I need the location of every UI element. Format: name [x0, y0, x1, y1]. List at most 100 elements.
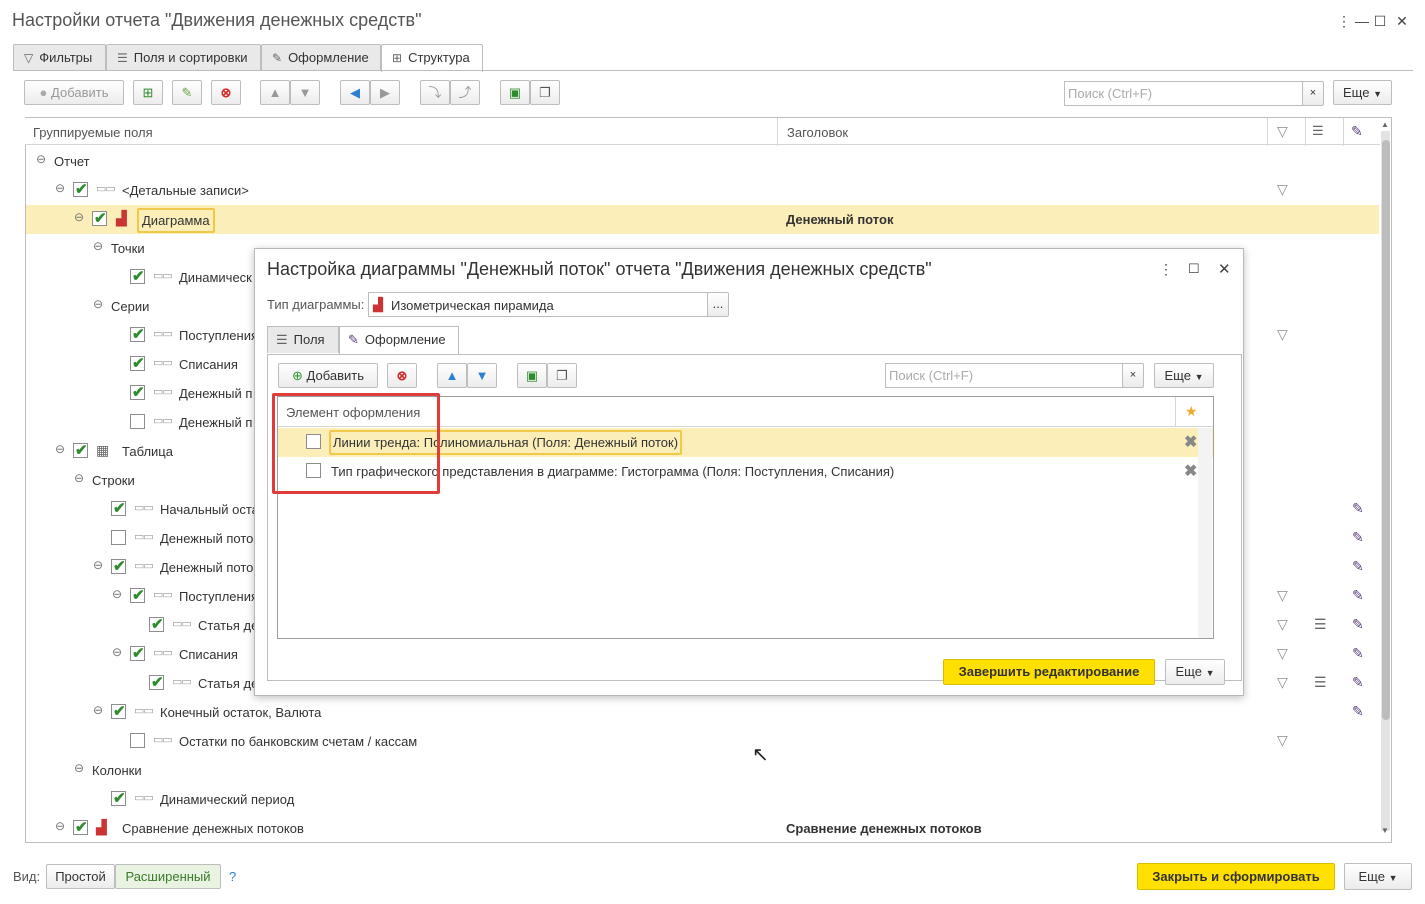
edit-button[interactable]: ✎ — [172, 80, 202, 105]
dialog-tab-appearance[interactable]: ✎ Оформление — [339, 326, 459, 354]
col-grouped-fields[interactable]: Группируемые поля — [33, 125, 153, 140]
appearance-scrollbar[interactable] — [1198, 428, 1212, 638]
add-button[interactable]: ● Добавить — [24, 80, 124, 105]
row-checkbox[interactable] — [130, 325, 145, 343]
collapse-icon[interactable]: ⊖ — [55, 819, 65, 833]
collapse-icon[interactable]: ⊖ — [112, 587, 122, 601]
row-checkbox[interactable] — [130, 733, 145, 748]
table-row[interactable]: ▭▭ Динамический период — [26, 785, 1379, 814]
row-checkbox[interactable] — [130, 267, 145, 285]
table-row[interactable]: ⊖ Отчет — [26, 147, 1379, 176]
row-checkbox[interactable] — [111, 530, 126, 545]
table-row[interactable]: ⊖ ▟ Диаграмма Денежный поток — [26, 205, 1379, 234]
dialog-maximize-icon[interactable]: ☐ — [1188, 261, 1200, 277]
collapse-icon[interactable]: ⊖ — [93, 558, 103, 572]
dialog-uncheck-all-button[interactable]: ❐ — [547, 363, 577, 388]
row-checkbox[interactable] — [149, 615, 164, 633]
move-out-button[interactable]: ⤴ — [450, 80, 480, 105]
collapse-icon[interactable]: ⊖ — [36, 152, 46, 166]
row-checkbox[interactable] — [130, 383, 145, 401]
footer-more-button[interactable]: Еще ▼ — [1344, 863, 1412, 890]
row-checkbox[interactable] — [130, 414, 145, 429]
dialog-check-all-button[interactable]: ▣ — [517, 363, 547, 388]
collapse-icon[interactable]: ⊖ — [93, 297, 103, 311]
row-checkbox[interactable] — [111, 557, 126, 575]
move-into-button[interactable]: ⤵ — [420, 80, 450, 105]
table-row[interactable]: ⊖ ▭▭ Конечный остаток, Валюта ✎ — [26, 698, 1379, 727]
arrow-down-icon: ▼ — [298, 85, 312, 100]
dialog-footer-more-button[interactable]: Еще ▼ — [1165, 659, 1225, 685]
row-checkbox[interactable] — [130, 644, 145, 662]
dialog-add-button[interactable]: ⊕ Добавить — [278, 363, 378, 388]
scroll-up-icon[interactable]: ▲ — [1381, 120, 1389, 129]
dialog-tab-fields[interactable]: ☰ Поля — [267, 326, 339, 353]
row-checkbox[interactable] — [73, 180, 88, 198]
table-row[interactable]: ⊖ ▭▭ <Детальные записи> ▽ — [26, 176, 1379, 205]
close-and-generate-button[interactable]: Закрыть и сформировать — [1137, 863, 1335, 890]
collapse-icon[interactable]: ⊖ — [55, 442, 65, 456]
dialog-more-button[interactable]: Еще ▼ — [1154, 363, 1214, 388]
dialog-search-clear-button[interactable]: × — [1122, 363, 1144, 388]
row-checkbox[interactable] — [92, 209, 107, 227]
row-checkbox[interactable] — [73, 441, 88, 459]
finish-editing-button[interactable]: Завершить редактирование — [943, 659, 1155, 685]
dialog-search-input[interactable]: Поиск (Ctrl+F) — [885, 363, 1123, 388]
remove-icon[interactable]: ✖ — [1184, 432, 1197, 452]
brush-icon: ✎ — [1352, 587, 1364, 603]
move-up-button[interactable]: ▲ — [260, 80, 290, 105]
collapse-icon[interactable]: ⊖ — [74, 471, 84, 485]
view-advanced-button[interactable]: Расширенный — [115, 864, 221, 889]
collapse-icon[interactable]: ⊖ — [112, 645, 122, 659]
row-checkbox[interactable] — [111, 789, 126, 807]
search-clear-button[interactable]: × — [1302, 81, 1324, 106]
move-right-button[interactable]: ▶ — [370, 80, 400, 105]
check-all-button[interactable]: ▣ — [500, 80, 530, 105]
chart-type-icon: ▟ — [373, 297, 383, 312]
dialog-delete-button[interactable]: ⊗ — [387, 363, 417, 388]
tab-appearance[interactable]: ✎ Оформление — [261, 44, 381, 71]
table-row[interactable]: ⊖ Колонки — [26, 756, 1379, 785]
search-input[interactable]: Поиск (Ctrl+F) — [1064, 81, 1303, 106]
field-icon: ▭▭ — [96, 183, 116, 195]
table-row[interactable]: ▭▭ Остатки по банковским счетам / кассам… — [26, 727, 1379, 756]
collapse-icon[interactable]: ⊖ — [55, 181, 65, 195]
view-simple-button[interactable]: Простой — [46, 864, 115, 889]
dialog-move-up-button[interactable]: ▲ — [437, 363, 467, 388]
delete-button[interactable]: ⊗ — [211, 80, 241, 105]
arrow-right-icon: ▶ — [380, 85, 390, 100]
uncheck-all-button[interactable]: ❐ — [530, 80, 560, 105]
more-button[interactable]: Еще ▼ — [1333, 80, 1392, 105]
row-checkbox[interactable] — [73, 818, 88, 836]
row-checkbox[interactable] — [111, 499, 126, 517]
collapse-icon[interactable]: ⊖ — [93, 703, 103, 717]
row-checkbox[interactable] — [149, 673, 164, 691]
move-left-button[interactable]: ◀ — [340, 80, 370, 105]
chart-icon: ▟ — [116, 210, 127, 226]
dialog-more-icon[interactable]: ⋮ — [1159, 261, 1173, 278]
chart-type-select-button[interactable]: ... — [707, 292, 729, 317]
add-group-button[interactable]: ⊞ — [133, 80, 163, 105]
tab-fields-sorting[interactable]: ☰ Поля и сортировки — [106, 44, 261, 71]
row-checkbox[interactable] — [130, 586, 145, 604]
dialog-move-down-button[interactable]: ▼ — [467, 363, 497, 388]
collapse-icon[interactable]: ⊖ — [74, 761, 84, 775]
remove-icon[interactable]: ✖ — [1184, 461, 1197, 481]
collapse-icon[interactable]: ⊖ — [74, 210, 84, 224]
maximize-icon[interactable]: ☐ — [1369, 10, 1391, 32]
close-icon[interactable]: ✕ — [1391, 10, 1413, 32]
dialog-close-icon[interactable]: ✕ — [1218, 260, 1231, 278]
scroll-down-icon[interactable]: ▼ — [1381, 826, 1389, 835]
collapse-icon[interactable]: ⊖ — [93, 239, 103, 253]
chart-type-field[interactable]: ▟ Изометрическая пирамида — [368, 292, 708, 317]
help-link[interactable]: ? — [229, 869, 236, 884]
chart-type-label: Тип диаграммы: — [267, 297, 365, 312]
tab-filters[interactable]: ▽ Фильтры — [13, 44, 106, 71]
row-checkbox[interactable] — [130, 354, 145, 372]
row-checkbox[interactable] — [111, 702, 126, 720]
move-down-button[interactable]: ▼ — [290, 80, 320, 105]
scrollbar-thumb[interactable] — [1382, 140, 1390, 720]
table-row[interactable]: ⊖ ▟ Сравнение денежных потоков Сравнение… — [26, 814, 1379, 843]
filter-icon: ▽ — [1277, 674, 1288, 690]
tab-structure[interactable]: ⊞ Структура — [381, 44, 483, 72]
col-title[interactable]: Заголовок — [787, 125, 848, 140]
